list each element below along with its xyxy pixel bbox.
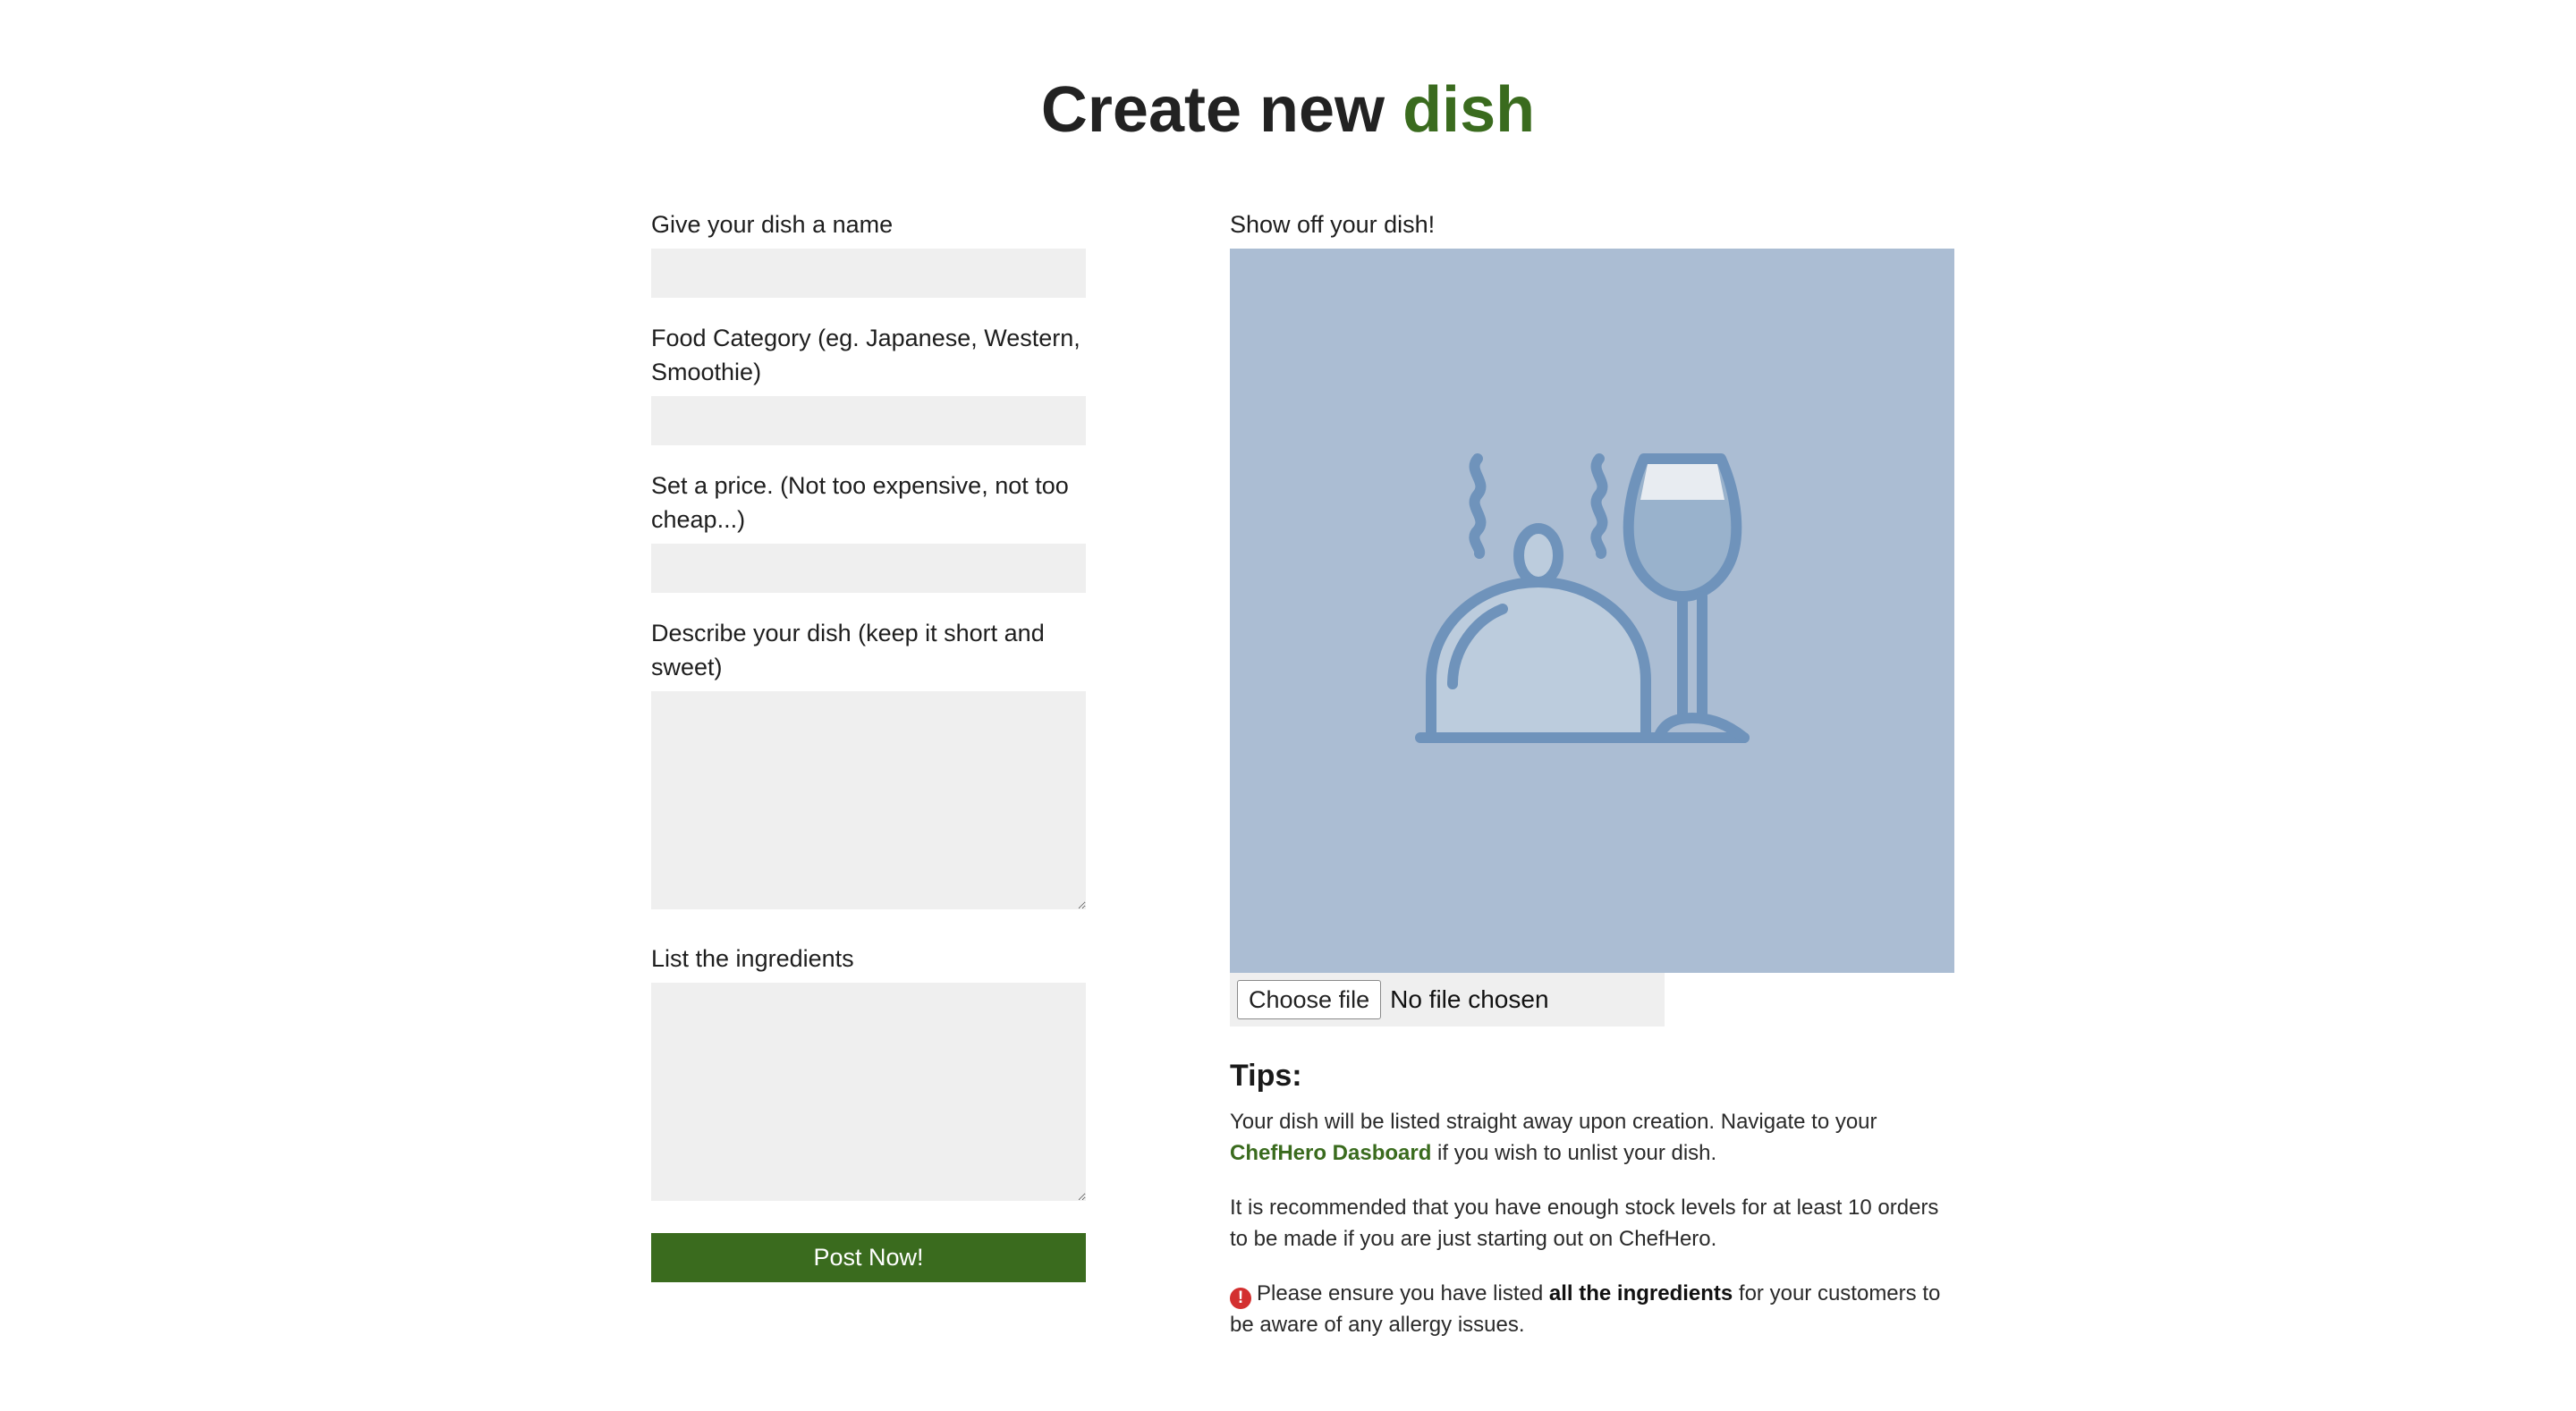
tip-ingredients-emphasis: all the ingredients [1548, 1281, 1733, 1305]
file-status-text: No file chosen [1390, 985, 1549, 1013]
ingredients-label: List the ingredients [651, 945, 854, 972]
tip-unlist: Your dish will be listed straight away u… [1230, 1106, 1954, 1169]
food-category-label: Food Category (eg. Japanese, Western, Sm… [651, 325, 1080, 385]
description-label: Describe your dish (keep it short and sw… [651, 620, 1045, 680]
tip-unlist-text-end: if you wish to unlist your dish. [1431, 1141, 1717, 1165]
tip-ingredients-text-start: Please ensure you have listed [1257, 1281, 1549, 1305]
page-title: Create new dish [0, 70, 2576, 150]
choose-file-button[interactable]: Choose file [1237, 980, 1382, 1019]
chefhero-dashboard-link[interactable]: ChefHero Dasboard [1230, 1141, 1431, 1165]
page-title-accent: dish [1402, 74, 1536, 146]
dish-image-preview [1230, 249, 1954, 973]
tip-stock-levels: It is recommended that you have enough s… [1230, 1196, 1939, 1251]
post-now-button[interactable]: Post Now! [651, 1233, 1086, 1282]
dish-name-label: Give your dish a name [651, 211, 894, 238]
price-label: Set a price. (Not too expensive, not too… [651, 472, 1069, 533]
description-textarea[interactable] [651, 691, 1086, 909]
ingredients-textarea[interactable] [651, 983, 1086, 1201]
dish-name-input[interactable] [651, 249, 1086, 298]
media-section: Show off your dish! Choose file No file … [1230, 207, 1954, 1364]
tip-unlist-text-start: Your dish will be listed straight away u… [1230, 1110, 1877, 1134]
price-input[interactable] [651, 544, 1086, 593]
tip-ingredients: ! Please ensure you have listed all the i… [1230, 1278, 1954, 1340]
food-category-input[interactable] [651, 396, 1086, 445]
dish-form: Give your dish a name Food Category (eg.… [651, 207, 1086, 1282]
dish-image-label: Show off your dish! [1230, 211, 1436, 238]
dish-cloche-and-wine-glass-icon [1415, 453, 1750, 743]
file-upload-field: Choose file No file chosen [1230, 973, 1665, 1027]
exclamation-icon: ! [1230, 1288, 1251, 1309]
tips-heading: Tips: [1230, 1059, 1302, 1093]
page-title-main: Create new [1040, 74, 1385, 146]
